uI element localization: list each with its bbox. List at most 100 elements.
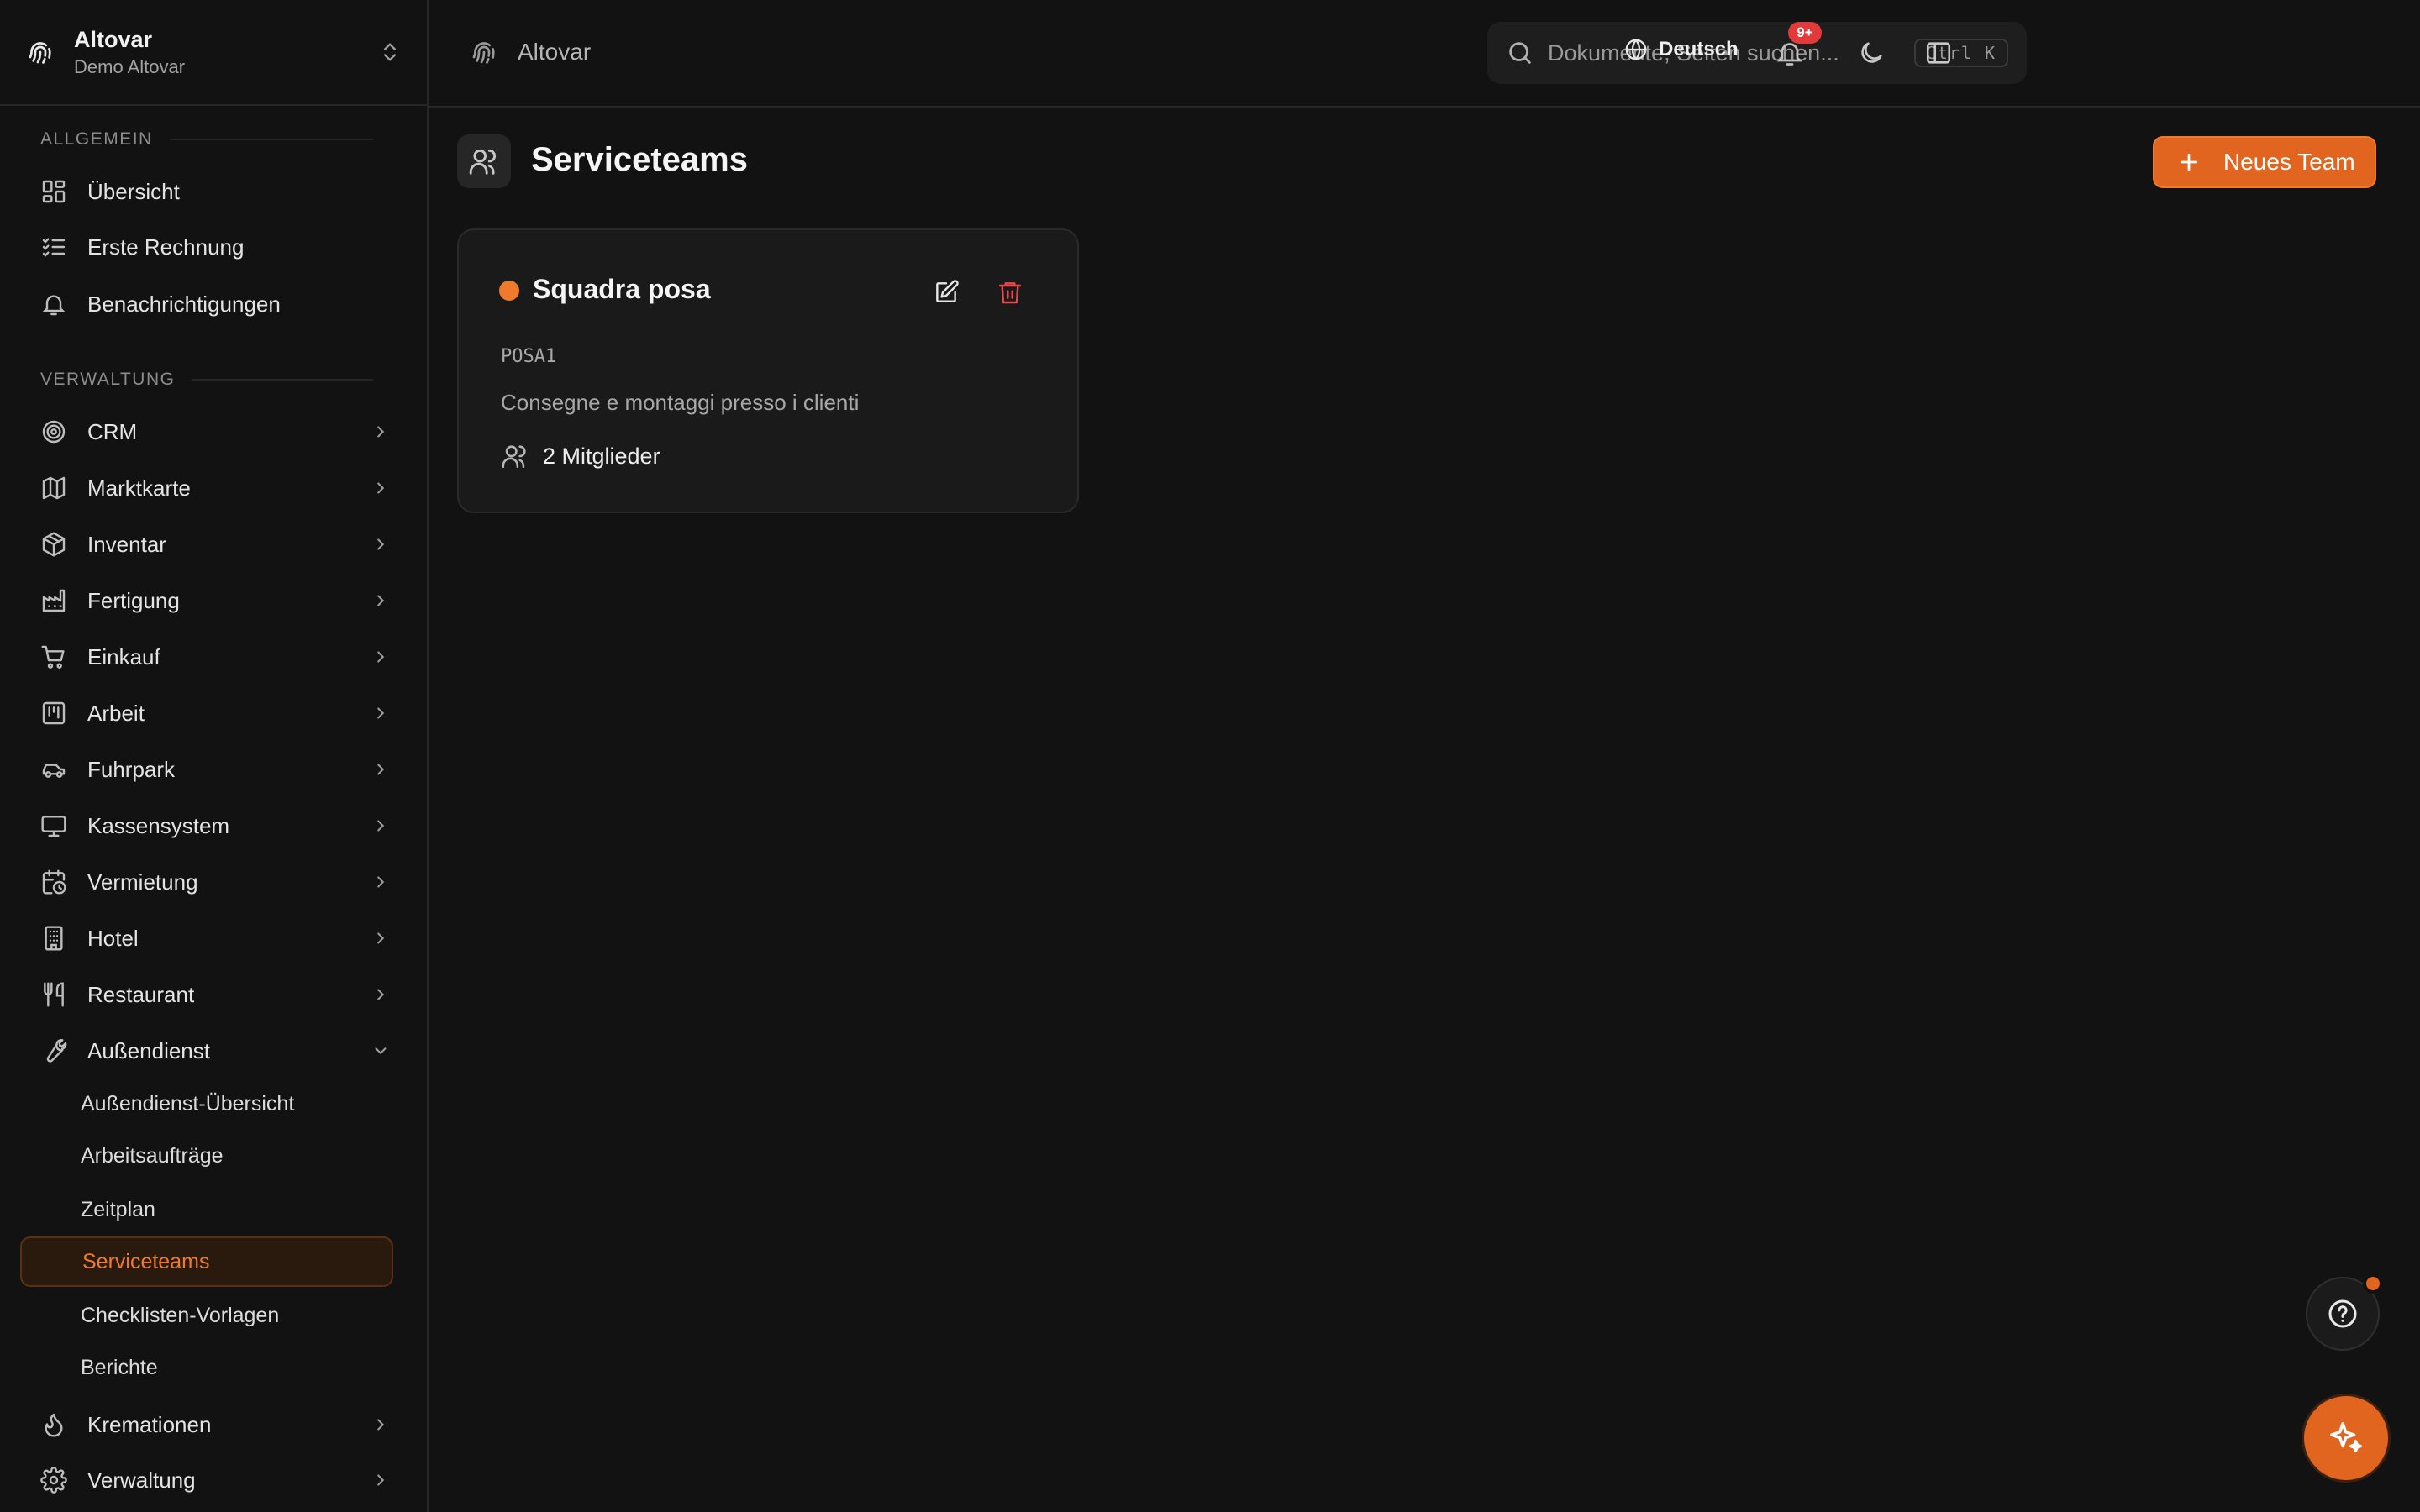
team-name: Squadra posa [533,274,711,304]
chevron-right-icon [371,479,390,497]
globe-icon [1623,37,1649,62]
sidebar-item-label: Vermietung [87,869,198,895]
sidebar-item-restaurant[interactable]: Restaurant [20,969,395,1021]
calendar-clock-icon [40,869,67,895]
search-icon [1506,39,1534,67]
bell-icon [40,291,67,318]
package-icon [40,531,67,558]
sidebar-item-label: Marktkarte [87,475,191,501]
chevron-right-icon [371,423,390,441]
building-icon [40,925,67,952]
sub-item-field-service-overview[interactable]: Außendienst-Übersicht [20,1079,393,1129]
team-members-count: 2 Mitglieder [543,443,660,469]
sidebar-item-rental[interactable]: Vermietung [20,856,395,908]
sidebar-item-hotel[interactable]: Hotel [20,912,395,964]
sidebar-item-purchasing[interactable]: Einkauf [20,631,395,683]
sidebar-item-label: Arbeit [87,700,145,726]
chevron-down-icon [371,1042,390,1060]
fingerprint-logo-icon [25,37,55,67]
cart-icon [40,643,67,670]
sidebar-item-label: Fuhrpark [87,756,176,782]
help-indicator-dot [2363,1273,2383,1294]
breadcrumb[interactable]: Altovar [469,37,591,67]
page-header-icon [457,134,511,188]
team-card[interactable]: Squadra posa POSA1 Consegne e montaggi p… [457,228,1079,513]
sidebar-item-field-service[interactable]: Außendienst [20,1025,395,1077]
panel-toggle-icon[interactable] [1924,39,1953,67]
app-name: Altovar [74,27,153,52]
sidebar-item-label: Einkauf [87,643,160,669]
sidebar-item-inventory[interactable]: Inventar [20,518,395,570]
target-icon [40,418,67,445]
sub-item-service-teams[interactable]: Serviceteams [20,1236,393,1287]
sidebar-item-pos[interactable]: Kassensystem [20,800,395,852]
sidebar-item-market-map[interactable]: Marktkarte [20,462,395,514]
chevron-right-icon [371,929,390,948]
section-label-admin: VERWALTUNG [40,370,373,390]
sidebar-item-work[interactable]: Arbeit [20,687,395,739]
map-icon [40,475,67,501]
sidebar-item-label: Kremationen [87,1411,212,1437]
breadcrumb-label: Altovar [518,39,592,65]
notification-count-badge: 9+ [1788,22,1822,44]
chevrons-up-down-icon [378,40,402,64]
factory-icon [40,587,67,614]
dashboard-icon [40,178,67,205]
sub-item-checklist-templates[interactable]: Checklisten-Vorlagen [20,1290,393,1341]
sidebar-item-notifications[interactable]: Benachrichtigungen [20,278,395,330]
chevron-right-icon [371,704,390,722]
language-label: Deutsch [1659,38,1739,60]
utensils-icon [40,981,67,1008]
sidebar-item-first-invoice[interactable]: Erste Rechnung [20,221,395,273]
sidebar-item-manufacturing[interactable]: Fertigung [20,575,395,627]
sidebar-item-label: Restaurant [87,981,195,1007]
sidebar-item-administration[interactable]: Verwaltung [20,1454,395,1506]
sidebar-item-crm[interactable]: CRM [20,406,395,458]
sidebar-item-fleet[interactable]: Fuhrpark [20,743,395,795]
plus-icon [2176,150,2202,175]
users-icon [501,442,529,470]
language-selector[interactable]: Deutsch [1623,37,1739,62]
new-team-label: Neues Team [2223,149,2355,175]
sidebar-item-label: Verwaltung [87,1467,196,1493]
chevron-right-icon [371,985,390,1004]
topbar: Altovar Dokumente, Seiten suchen... Ctrl… [429,0,2420,108]
kanban-icon [40,700,67,727]
new-team-button[interactable]: Neues Team [2153,136,2376,188]
team-description: Consegne e montaggi presso i clienti [501,390,860,415]
chevron-right-icon [371,816,390,835]
sparkles-icon [2327,1419,2365,1457]
fingerprint-logo-icon [469,37,499,67]
trash-icon[interactable] [997,279,1023,306]
monitor-icon [40,812,67,839]
moon-icon[interactable] [1857,39,1886,67]
sidebar-item-cremations[interactable]: Kremationen [20,1399,395,1451]
sidebar-item-label: Inventar [87,531,166,557]
sidebar-item-label: CRM [87,418,138,444]
sidebar-item-label: Außendienst [87,1037,210,1063]
sub-item-reports[interactable]: Berichte [20,1342,393,1393]
gear-icon [40,1467,67,1494]
chevron-right-icon [371,1471,390,1489]
sidebar: Altovar Demo Altovar ALLGEMEIN Übersicht… [0,0,429,1512]
sub-item-work-orders[interactable]: Arbeitsaufträge [20,1131,393,1181]
edit-icon[interactable] [933,279,960,306]
chevron-right-icon [371,591,390,610]
sidebar-item-overview[interactable]: Übersicht [20,165,395,218]
tenant-name: Demo Altovar [74,56,186,77]
page-title: Serviceteams [531,141,748,178]
team-members: 2 Mitglieder [501,442,660,470]
sidebar-item-label: Hotel [87,925,139,951]
chevron-right-icon [371,873,390,891]
sub-item-schedule[interactable]: Zeitplan [20,1184,393,1235]
sidebar-item-label: Erste Rechnung [87,234,245,260]
sidebar-item-label: Fertigung [87,587,180,613]
ai-assistant-button[interactable] [2304,1396,2388,1480]
chevron-right-icon [371,1415,390,1434]
flame-icon [40,1411,67,1438]
users-icon [468,145,500,177]
section-label-general: ALLGEMEIN [40,129,373,150]
car-icon [40,756,67,783]
sidebar-item-label: Kassensystem [87,812,230,838]
workspace-switcher[interactable]: Altovar Demo Altovar [0,0,427,106]
